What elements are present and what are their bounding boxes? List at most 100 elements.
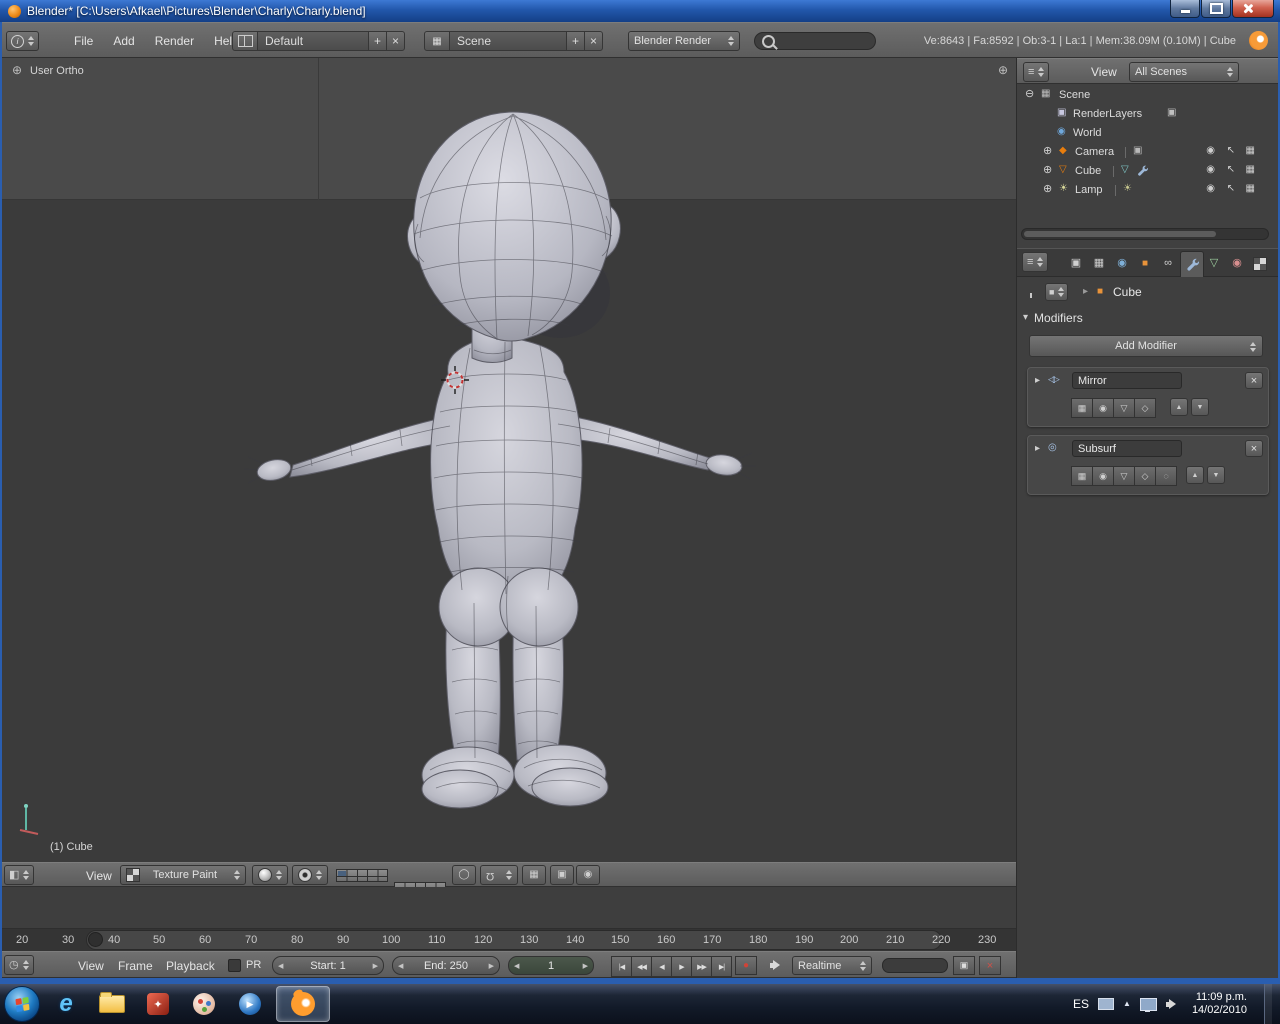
render-opengl-button[interactable]: ▣	[550, 865, 574, 885]
current-frame-field[interactable]: ◀ 1 ▶	[508, 956, 594, 975]
viewport-3d[interactable]: ⊕ User Ortho ⊕ (1) Cube	[0, 58, 1016, 862]
tab-texture[interactable]	[1249, 251, 1271, 276]
outliner-scrollbar[interactable]	[1021, 228, 1269, 240]
scrollbar-handle[interactable]	[1024, 231, 1216, 237]
editor-type-button[interactable]: ≡	[1022, 252, 1049, 272]
start-button[interactable]	[4, 986, 40, 1022]
render-layer-toggle-icon[interactable]: ▣	[1167, 108, 1176, 118]
jump-to-end-button[interactable]: ▶|	[711, 956, 732, 977]
scene-name[interactable]: Scene	[449, 31, 567, 51]
mode-dropdown[interactable]: Texture Paint	[120, 865, 246, 885]
render-engine-dropdown[interactable]: Blender Render	[628, 31, 740, 51]
renderability-icon[interactable]: ▦	[1246, 165, 1255, 175]
timeline-playhead-knob[interactable]	[88, 932, 103, 947]
panel-expand-icon[interactable]: ▸	[1035, 376, 1040, 386]
previous-keyframe-button[interactable]: ◀◀	[631, 956, 652, 977]
decrement-icon[interactable]: ◀	[514, 962, 519, 970]
tab-world[interactable]: ◉	[1111, 251, 1133, 276]
outliner-view-menu[interactable]: View	[1091, 65, 1117, 79]
timeline-scrollbar[interactable]: 20 30 40 50 60 70 80 90 100 110 120 130 …	[0, 929, 1016, 951]
blender-logo-icon[interactable]	[1249, 31, 1268, 50]
renderability-icon[interactable]: ▦	[1246, 146, 1255, 156]
language-indicator[interactable]: ES	[1073, 997, 1089, 1011]
play-reverse-button[interactable]: ◀	[651, 956, 672, 977]
sync-mode-dropdown[interactable]: Realtime	[792, 956, 872, 975]
move-modifier-up-button[interactable]: ▲	[1170, 398, 1188, 416]
menu-render[interactable]: Render	[155, 34, 194, 48]
close-button[interactable]	[1232, 0, 1274, 18]
move-modifier-up-button[interactable]: ▲	[1186, 466, 1204, 484]
editor-type-button[interactable]: ◷	[4, 955, 34, 975]
tab-material[interactable]: ◉	[1226, 251, 1248, 276]
next-keyframe-button[interactable]: ▶▶	[691, 956, 712, 977]
cage-toggle[interactable]: ◇	[1134, 466, 1156, 486]
object-browse-button[interactable]: ■	[1045, 283, 1069, 301]
add-modifier-button[interactable]: Add Modifier	[1029, 335, 1263, 357]
add-layout-button[interactable]: +	[368, 31, 387, 51]
media-player-button[interactable]: ▶	[230, 987, 270, 1021]
jump-to-start-button[interactable]: |◀	[611, 956, 632, 977]
render-toggle[interactable]: ▦	[1071, 398, 1093, 418]
editor-type-button[interactable]: ◧	[4, 865, 35, 885]
panel-expand-icon[interactable]: ▸	[1035, 444, 1040, 454]
selectability-icon[interactable]: ↖	[1227, 146, 1235, 156]
collapse-icon[interactable]: ⊖	[1025, 89, 1034, 100]
start-frame-field[interactable]: ◀ Start: 1 ▶	[272, 956, 384, 975]
show-hidden-icons-chevron[interactable]: ▲	[1123, 1000, 1131, 1008]
window-titlebar[interactable]: Blender* [C:\Users\Afkael\Pictures\Blend…	[0, 0, 1280, 22]
renderability-icon[interactable]: ▦	[1246, 184, 1255, 194]
view-menu[interactable]: View	[86, 869, 112, 883]
proportional-edit-button[interactable]: ◯	[452, 865, 476, 885]
modifier-name-field[interactable]: Subsurf	[1072, 440, 1182, 457]
timeline-frame-menu[interactable]: Frame	[118, 959, 153, 973]
character-mesh[interactable]	[0, 58, 1016, 862]
viewport-shading-dropdown[interactable]	[252, 865, 288, 885]
snap-element-button[interactable]: ▦	[522, 865, 546, 885]
expand-icon[interactable]: ⊕	[1043, 184, 1052, 195]
render-opengl-anim-button[interactable]: ◉	[576, 865, 600, 885]
tree-row-renderlayers[interactable]: ▣ RenderLayers ▣	[1017, 105, 1280, 124]
expand-icon[interactable]: ⊕	[1043, 146, 1052, 157]
windows-explorer-button[interactable]	[92, 987, 132, 1021]
toolbar-expand-icon[interactable]: ⊕	[12, 64, 22, 76]
tab-object[interactable]: ■	[1134, 251, 1156, 276]
visibility-eye-icon[interactable]: ◉	[1206, 184, 1215, 194]
app-button-red[interactable]: ✦	[138, 987, 178, 1021]
screen-layout-name[interactable]: Default	[257, 31, 369, 51]
menu-add[interactable]: Add	[113, 34, 134, 48]
show-desktop-button[interactable]	[1264, 984, 1272, 1024]
tab-constraints[interactable]: ∞	[1157, 251, 1179, 276]
move-modifier-down-button[interactable]: ▼	[1207, 466, 1225, 484]
editmode-toggle[interactable]: ▽	[1113, 466, 1135, 486]
minimize-button[interactable]	[1170, 0, 1200, 18]
scene-selector-icon[interactable]: ▦	[424, 31, 450, 51]
tab-scene[interactable]: ▦	[1088, 251, 1110, 276]
properties-shelf-expand-icon[interactable]: ⊕	[998, 64, 1008, 76]
tree-row-lamp[interactable]: ⊕ ☀ Lamp ☀ ◉ ↖ ▦	[1017, 181, 1280, 200]
selectability-icon[interactable]: ↖	[1227, 165, 1235, 175]
keyboard-layout-icon[interactable]	[1098, 998, 1115, 1010]
blender-taskbar-button[interactable]	[276, 986, 330, 1022]
optimal-display-toggle[interactable]: ◌	[1155, 466, 1177, 486]
selectability-icon[interactable]: ↖	[1227, 184, 1235, 194]
cage-toggle[interactable]: ◇	[1134, 398, 1156, 418]
decrement-icon[interactable]: ◀	[278, 962, 283, 970]
modifier-name-field[interactable]: Mirror	[1072, 372, 1182, 389]
realtime-toggle[interactable]: ◉	[1092, 398, 1114, 418]
pivot-point-dropdown[interactable]	[292, 865, 328, 885]
frame-slider[interactable]	[882, 958, 948, 973]
increment-icon[interactable]: ▶	[489, 962, 494, 970]
increment-icon[interactable]: ▶	[373, 962, 378, 970]
tree-row-camera[interactable]: ⊕ ◆ Camera ▣ ◉ ↖ ▦	[1017, 143, 1280, 162]
timeline-view-menu[interactable]: View	[78, 959, 104, 973]
screencast-button[interactable]: ▣	[953, 956, 975, 975]
search-input[interactable]	[754, 32, 876, 50]
menu-file[interactable]: File	[74, 34, 93, 48]
delete-modifier-button[interactable]: ×	[1245, 372, 1263, 389]
decrement-icon[interactable]: ◀	[398, 962, 403, 970]
delete-scene-button[interactable]: ×	[584, 31, 603, 51]
timeline-canvas[interactable]	[0, 887, 1016, 929]
tree-row-cube[interactable]: ⊕ ▽ Cube ▽ ◉ ↖ ▦	[1017, 162, 1280, 181]
play-button[interactable]: ▶	[671, 956, 692, 977]
outliner-filter-dropdown[interactable]: All Scenes	[1129, 62, 1239, 82]
